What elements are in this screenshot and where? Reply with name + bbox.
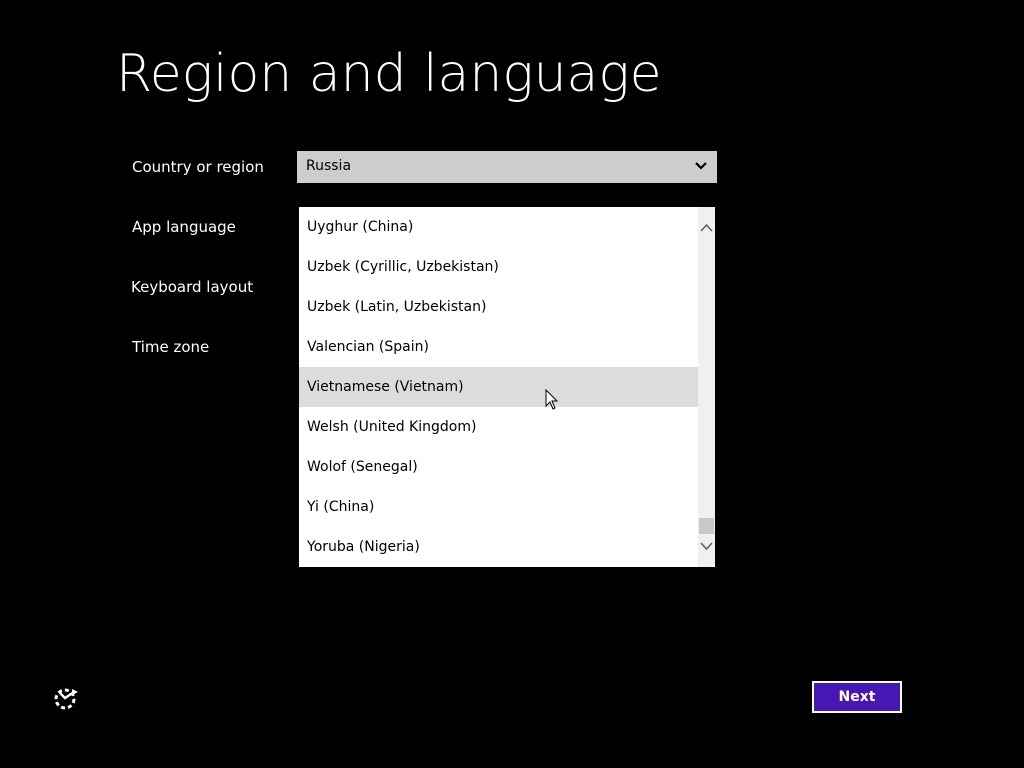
- country-select[interactable]: Russia: [297, 151, 717, 183]
- list-item[interactable]: Uzbek (Cyrillic, Uzbekistan): [299, 247, 698, 287]
- keyboard-layout-label: Keyboard layout: [131, 278, 254, 296]
- chevron-up-icon[interactable]: [698, 217, 715, 239]
- list-item[interactable]: Uyghur (China): [299, 207, 698, 247]
- scrollbar-thumb[interactable]: [699, 518, 714, 534]
- mouse-cursor-icon: [545, 389, 559, 410]
- setup-page: Region and language Country or region Ap…: [0, 0, 1024, 768]
- country-select-value: Russia: [306, 158, 352, 174]
- list-item[interactable]: Vietnamese (Vietnam): [299, 367, 698, 407]
- listbox-scrollbar[interactable]: [698, 207, 715, 567]
- list-item[interactable]: Yoruba (Nigeria): [299, 527, 698, 567]
- chevron-down-icon: [695, 162, 707, 170]
- list-item[interactable]: Valencian (Spain): [299, 327, 698, 367]
- app-language-listbox[interactable]: Uyghur (China) Uzbek (Cyrillic, Uzbekista…: [299, 207, 715, 567]
- next-button[interactable]: Next: [812, 681, 902, 713]
- app-language-label: App language: [132, 218, 236, 236]
- list-item[interactable]: Welsh (United Kingdom): [299, 407, 698, 447]
- ease-of-access-icon[interactable]: [52, 684, 80, 712]
- list-item[interactable]: Uzbek (Latin, Uzbekistan): [299, 287, 698, 327]
- page-title: Region and language: [116, 44, 662, 104]
- list-item[interactable]: Wolof (Senegal): [299, 447, 698, 487]
- chevron-down-icon[interactable]: [698, 535, 715, 557]
- list-item[interactable]: Yi (China): [299, 487, 698, 527]
- time-zone-label: Time zone: [132, 338, 210, 356]
- country-label: Country or region: [132, 158, 264, 176]
